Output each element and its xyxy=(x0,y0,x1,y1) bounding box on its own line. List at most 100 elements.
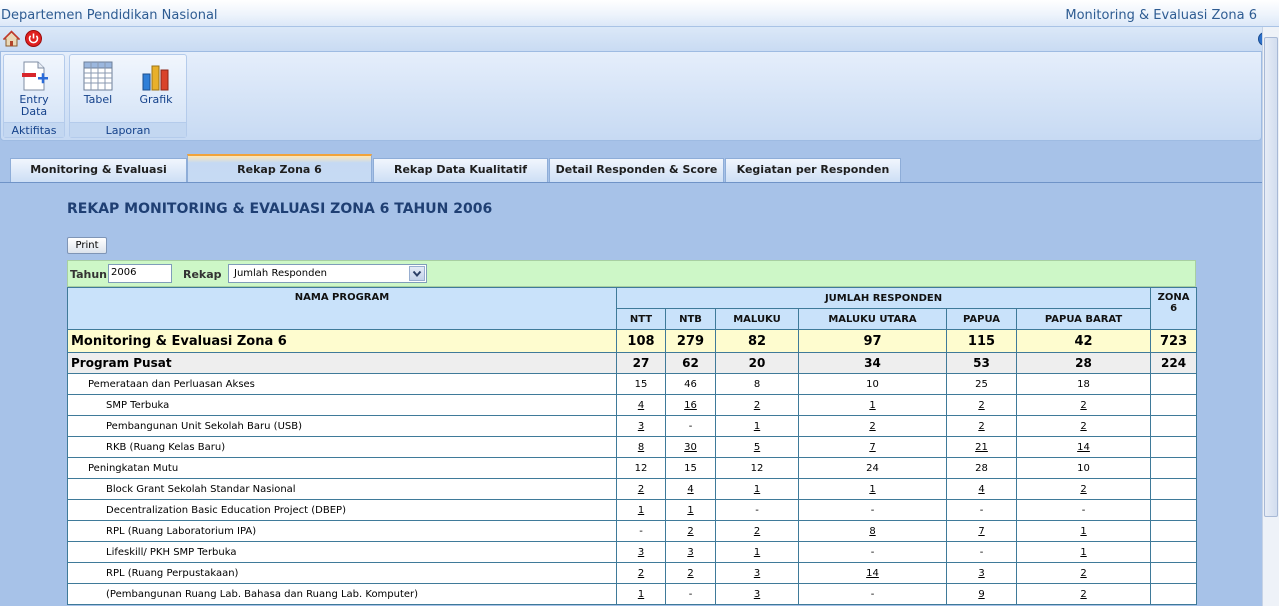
entry-data-label: Entry Data xyxy=(19,93,49,118)
responden-count-cell[interactable]: 2 xyxy=(946,394,1017,416)
program-name-cell: Pembangunan Unit Sekolah Baru (USB) xyxy=(67,415,617,437)
rekap-select-value: Jumlah Responden xyxy=(234,268,327,279)
responden-count-cell[interactable]: 14 xyxy=(1015,436,1152,458)
responden-count-cell[interactable]: 9 xyxy=(946,583,1017,605)
report-title: REKAP MONITORING & EVALUASI ZONA 6 TAHUN… xyxy=(67,201,493,217)
responden-count-cell[interactable]: 30 xyxy=(665,436,716,458)
home-icon[interactable] xyxy=(3,30,20,47)
responden-count-cell[interactable]: 8 xyxy=(798,520,947,542)
responden-count-cell[interactable]: 2 xyxy=(665,520,716,542)
responden-count-cell: 46 xyxy=(665,373,716,395)
window-title: Monitoring & Evaluasi Zona 6 xyxy=(1065,8,1257,23)
table-row: RKB (Ruang Kelas Baru) 8 30 5 7 21 14 xyxy=(67,436,1198,458)
tab-detail-responden-score[interactable]: Detail Responden & Score xyxy=(549,158,724,182)
tab-monitoring-evaluasi[interactable]: Monitoring & Evaluasi xyxy=(10,158,187,182)
responden-count-cell[interactable]: 1 xyxy=(715,415,799,437)
responden-count-cell[interactable]: 1 xyxy=(798,394,947,416)
responden-count-cell[interactable]: 16 xyxy=(665,394,716,416)
responden-count-cell[interactable]: 1 xyxy=(1015,541,1152,563)
program-name-cell: Decentralization Basic Education Project… xyxy=(67,499,617,521)
responden-count-cell[interactable]: 1 xyxy=(616,499,666,521)
responden-count-cell[interactable]: 2 xyxy=(665,562,716,584)
responden-count-cell: - xyxy=(665,415,716,437)
header-zona: ZONA 6 xyxy=(1150,287,1198,330)
responden-count-cell[interactable]: 7 xyxy=(946,520,1017,542)
responden-count-cell: 97 xyxy=(798,329,947,353)
tabel-button[interactable]: Tabel xyxy=(71,57,125,121)
ribbon: Entry Data Aktifitas Tabel Grafik Lapora… xyxy=(0,51,1262,141)
responden-count-cell[interactable]: 2 xyxy=(1015,415,1152,437)
tab-rekap-zona-6[interactable]: Rekap Zona 6 xyxy=(187,154,372,183)
grafik-button[interactable]: Grafik xyxy=(129,57,183,121)
responden-count-cell[interactable]: 2 xyxy=(616,562,666,584)
responden-count-cell[interactable]: 8 xyxy=(616,436,666,458)
table-row: Monitoring & Evaluasi Zona 6 108 279 82 97 11… xyxy=(67,329,1198,353)
rekap-select[interactable]: Jumlah Responden xyxy=(228,264,427,283)
rekap-label: Rekap xyxy=(183,268,222,281)
responden-count-cell: - xyxy=(1015,499,1152,521)
responden-count-cell[interactable]: 4 xyxy=(665,478,716,500)
tab-rekap-data-kualitatif[interactable]: Rekap Data Kualitatif xyxy=(373,158,548,182)
power-icon[interactable] xyxy=(25,30,42,47)
scrollbar-thumb[interactable] xyxy=(1264,37,1278,517)
title-bar: Departemen Pendidikan Nasional Monitorin… xyxy=(0,0,1279,27)
responden-count-cell[interactable]: 2 xyxy=(616,478,666,500)
responden-count-cell[interactable]: 2 xyxy=(1015,394,1152,416)
responden-count-cell: - xyxy=(798,583,947,605)
responden-count-cell: - xyxy=(946,499,1017,521)
filter-bar: Tahun 2006 Rekap Jumlah Responden xyxy=(67,260,1196,287)
zona-total-cell xyxy=(1150,373,1198,395)
responden-count-cell[interactable]: 21 xyxy=(946,436,1017,458)
responden-count-cell[interactable]: 3 xyxy=(715,583,799,605)
program-name-cell: RPL (Ruang Perpustakaan) xyxy=(67,562,617,584)
responden-count-cell[interactable]: 2 xyxy=(798,415,947,437)
grafik-label: Grafik xyxy=(139,93,173,106)
responden-count-cell[interactable]: 5 xyxy=(715,436,799,458)
tahun-input[interactable]: 2006 xyxy=(108,264,172,283)
zona-total-cell: 723 xyxy=(1150,329,1198,353)
responden-count-cell[interactable]: 14 xyxy=(798,562,947,584)
tab-kegiatan-per-responden[interactable]: Kegiatan per Responden xyxy=(725,158,901,182)
responden-count-cell[interactable]: 7 xyxy=(798,436,947,458)
program-name-cell: (Pembangunan Ruang Lab. Bahasa dan Ruang… xyxy=(67,583,617,605)
responden-count-cell[interactable]: 3 xyxy=(616,541,666,563)
responden-count-cell[interactable]: 2 xyxy=(1015,562,1152,584)
responden-count-cell[interactable]: 2 xyxy=(1015,478,1152,500)
table-row: RPL (Ruang Laboratorium IPA) -2 2 8 7 1 xyxy=(67,520,1198,542)
table-icon xyxy=(83,61,113,91)
zona-total-cell: 224 xyxy=(1150,352,1198,374)
responden-count-cell[interactable]: 2 xyxy=(715,520,799,542)
responden-count-cell[interactable]: 1 xyxy=(798,478,947,500)
entry-data-button[interactable]: Entry Data xyxy=(7,57,61,121)
responden-count-cell: 34 xyxy=(798,352,947,374)
responden-count-cell[interactable]: 4 xyxy=(616,394,666,416)
responden-count-cell[interactable]: 2 xyxy=(946,415,1017,437)
rekap-table: NAMA PROGRAM JUMLAH RESPONDEN ZONA 6 NTT… xyxy=(67,287,1198,605)
responden-count-cell[interactable]: 3 xyxy=(715,562,799,584)
print-button[interactable]: Print xyxy=(67,237,107,254)
responden-count-cell: 279 xyxy=(665,329,716,353)
vertical-scrollbar[interactable] xyxy=(1262,27,1279,606)
program-name-cell: Pemerataan dan Perluasan Akses xyxy=(67,373,617,395)
responden-count-cell[interactable]: 1 xyxy=(715,478,799,500)
header-region: PAPUA BARAT xyxy=(1015,308,1152,330)
responden-count-cell[interactable]: 1 xyxy=(1015,520,1152,542)
zona-total-cell xyxy=(1150,583,1198,605)
responden-count-cell[interactable]: 3 xyxy=(665,541,716,563)
responden-count-cell: 28 xyxy=(946,457,1017,479)
responden-count-cell: 10 xyxy=(798,373,947,395)
responden-count-cell[interactable]: 3 xyxy=(946,562,1017,584)
zona-total-cell xyxy=(1150,541,1198,563)
responden-count-cell[interactable]: 4 xyxy=(946,478,1017,500)
responden-count-cell[interactable]: 1 xyxy=(665,499,716,521)
chevron-down-icon[interactable] xyxy=(409,266,425,281)
program-name-cell: SMP Terbuka xyxy=(67,394,617,416)
responden-count-cell[interactable]: 1 xyxy=(616,583,666,605)
responden-count-cell[interactable]: 3 xyxy=(616,415,666,437)
table-row: Block Grant Sekolah Standar Nasional 2 4 1 1… xyxy=(67,478,1198,500)
header-region: MALUKU UTARA xyxy=(798,308,947,330)
responden-count-cell[interactable]: 2 xyxy=(715,394,799,416)
zona-total-cell xyxy=(1150,394,1198,416)
responden-count-cell[interactable]: 2 xyxy=(1015,583,1152,605)
responden-count-cell[interactable]: 1 xyxy=(715,541,799,563)
